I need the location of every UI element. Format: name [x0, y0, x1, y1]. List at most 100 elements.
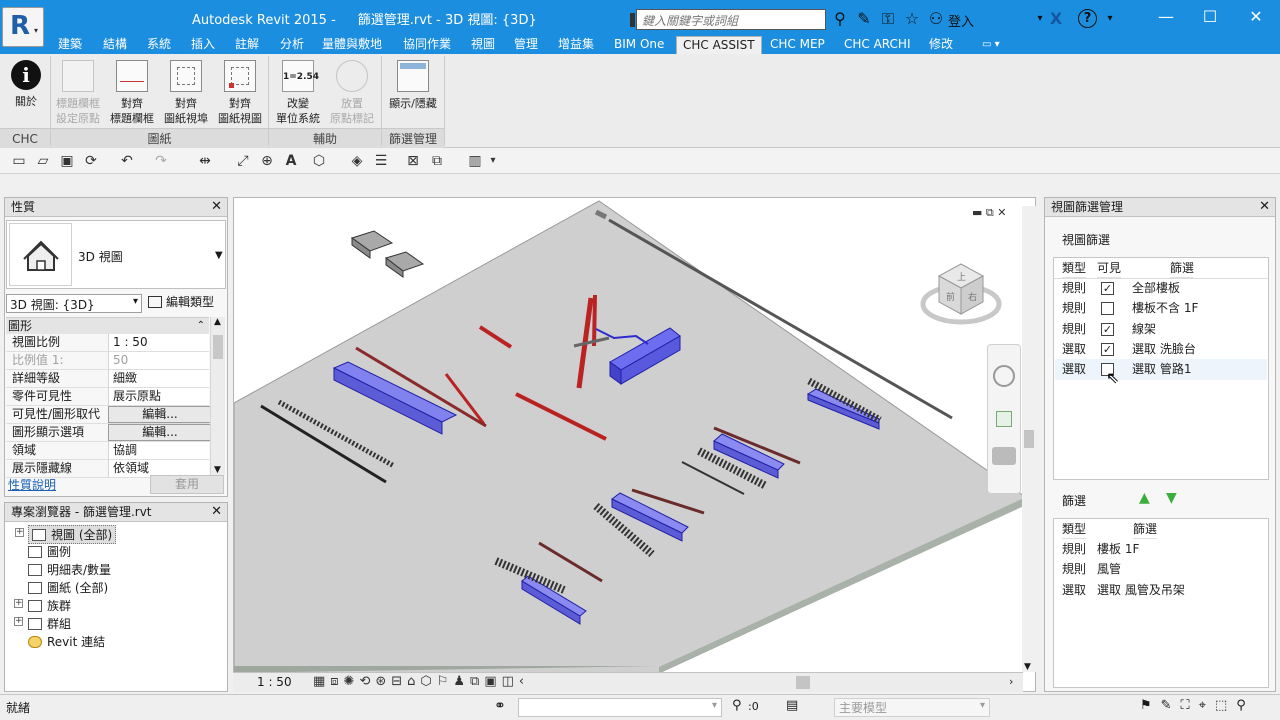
scroll-down-icon[interactable]: ▼ — [1024, 662, 1031, 672]
redo-icon[interactable]: ↷ — [152, 152, 170, 170]
selection-toggle-icons[interactable]: ⚑✎⛶⌖⬚⚲ — [1140, 698, 1255, 713]
minimize-button[interactable]: — — [1144, 4, 1188, 30]
property-value[interactable]: 協調 — [108, 442, 209, 459]
col-header-filter[interactable]: 篩選 — [1170, 258, 1195, 278]
measure-icon[interactable]: ⇹ — [196, 152, 214, 170]
revit-app-menu-button[interactable]: R ▾ — [2, 7, 44, 47]
login-button[interactable]: 登入 — [948, 11, 974, 30]
subscription-icon[interactable]: ⚿ — [878, 9, 898, 29]
close-button[interactable]: ✕ — [1234, 4, 1278, 30]
tree-item-revit-links[interactable]: Revit 連結 — [28, 633, 105, 650]
tree-item-groups[interactable]: + 群組 — [14, 615, 71, 632]
tag-icon[interactable]: ⊕ — [258, 152, 276, 170]
design-options-icon[interactable]: ▤ — [786, 698, 798, 713]
save-icon[interactable]: ▣ — [58, 152, 76, 170]
customize-qat-icon[interactable]: ▥ — [466, 152, 484, 170]
tree-item-families[interactable]: + 族群 — [14, 597, 71, 614]
steering-wheel-icon[interactable] — [993, 365, 1015, 387]
filter-list-name[interactable]: 選取 風管及吊架 — [1097, 580, 1185, 600]
tab-massing-site[interactable]: 量體與敷地 — [322, 36, 382, 54]
zoom-region-icon[interactable] — [996, 411, 1012, 427]
apply-button[interactable]: 套用 — [150, 475, 224, 494]
vg-overrides-edit-button[interactable]: 編輯... — [108, 406, 212, 423]
default-3d-view-icon[interactable]: ⬡ — [310, 152, 328, 170]
visible-checkbox[interactable]: ✓ — [1101, 343, 1114, 356]
tab-chc-mep[interactable]: CHC MEP — [770, 36, 825, 54]
filter-list-name[interactable]: 風管 — [1097, 559, 1121, 579]
col-header-filter[interactable]: 篩選 — [1133, 519, 1158, 539]
aligned-dimension-icon[interactable]: ⤢ — [234, 152, 252, 170]
change-unit-system-button[interactable]: 1=2.54 改變 單位系統 — [272, 54, 324, 134]
text-icon[interactable]: A — [282, 152, 300, 170]
about-button[interactable]: i 關於 — [4, 54, 48, 134]
property-value[interactable]: 細緻 — [108, 370, 209, 387]
tab-manage[interactable]: 管理 — [514, 36, 538, 54]
move-down-arrow-icon[interactable]: ▼ — [1166, 490, 1177, 506]
visible-checkbox[interactable] — [1101, 302, 1114, 315]
view-control-icons[interactable]: ▦⧈✺⟲⊛⊟⌂⬡⚐♟⧉▣◫‹ — [313, 674, 529, 689]
restore-icon[interactable]: ⧉ — [986, 206, 994, 219]
show-hide-filters-button[interactable]: 顯示/隱藏 — [384, 54, 442, 134]
tab-bim-one[interactable]: BIM One — [614, 36, 664, 54]
move-up-arrow-icon[interactable]: ▲ — [1139, 490, 1150, 506]
tab-architecture[interactable]: 建築 — [58, 36, 82, 54]
tree-item-views[interactable]: + 視圖 (全部) — [15, 525, 117, 544]
tree-item-sheets[interactable]: 圖紙 (全部) — [28, 579, 108, 596]
exchange-apps-icon[interactable]: X — [1046, 9, 1066, 29]
property-value[interactable]: 展示原點 — [108, 388, 209, 405]
place-origin-marker-button[interactable]: 放置 原點標記 — [326, 54, 378, 134]
close-icon[interactable]: ✕ — [211, 198, 222, 216]
align-sheet-viewport-button[interactable]: 對齊 圖紙視埠 — [160, 54, 212, 134]
close-icon[interactable]: ✕ — [997, 206, 1006, 219]
filter-row-name[interactable]: 樓板不含 1F — [1132, 298, 1198, 318]
tab-view[interactable]: 視圖 — [471, 36, 495, 54]
property-group-graphics[interactable]: 圖形 ⌃ — [6, 317, 209, 334]
visible-checkbox[interactable]: ✓ — [1101, 323, 1114, 336]
tab-addins[interactable]: 增益集 — [558, 36, 594, 54]
type-dropdown-icon[interactable]: ▼ — [215, 250, 223, 261]
align-title-frame-button[interactable]: 對齊 標題欄框 — [106, 54, 158, 134]
filter-list-name[interactable]: 樓板 1F — [1097, 539, 1139, 559]
properties-scrollbar[interactable]: ▲ ▼ — [210, 317, 225, 475]
close-hidden-windows-icon[interactable]: ⊠ — [404, 152, 422, 170]
properties-help-link[interactable]: 性質說明 — [8, 476, 56, 493]
new-file-icon[interactable]: ▭ — [10, 152, 28, 170]
expand-icon[interactable]: + — [14, 599, 23, 608]
close-icon[interactable]: ✕ — [211, 503, 222, 521]
help-dropdown-icon[interactable]: ▾ — [1100, 9, 1120, 29]
section-icon[interactable]: ◈ — [348, 152, 366, 170]
model-canvas[interactable] — [233, 198, 1037, 674]
filter-row-name[interactable]: 選取 管路1 — [1132, 359, 1191, 379]
tab-insert[interactable]: 插入 — [191, 36, 215, 54]
design-option-selector[interactable]: 主要模型 ▾ — [834, 698, 990, 717]
help-icon[interactable]: ? — [1078, 9, 1097, 28]
graphic-display-edit-button[interactable]: 編輯... — [108, 424, 212, 441]
tab-analyze[interactable]: 分析 — [280, 36, 304, 54]
open-folder-icon[interactable]: ▱ — [34, 152, 52, 170]
worksets-icon[interactable]: ⚭ — [494, 698, 506, 714]
filter-funnel-icon[interactable]: ⚲ — [732, 698, 742, 713]
instance-view-selector[interactable]: 3D 視圖: {3D} ▾ — [6, 294, 142, 313]
horizontal-scrollbar-thumb[interactable] — [796, 676, 810, 689]
sync-icon[interactable]: ⟳ — [82, 152, 100, 170]
favorites-star-icon[interactable]: ☆ — [902, 9, 922, 29]
maximize-button[interactable]: ☐ — [1188, 4, 1232, 30]
ribbon-minimize-icon[interactable]: ▭ ▾ — [982, 36, 1000, 54]
binoculars-icon[interactable]: ⚲ — [830, 9, 850, 29]
camera-icon[interactable] — [992, 447, 1016, 465]
close-icon[interactable]: ✕ — [1259, 198, 1270, 216]
thin-lines-icon[interactable]: ☰ — [372, 152, 390, 170]
workset-selector[interactable]: ▾ — [518, 698, 722, 717]
search-input[interactable]: 鍵入關鍵字或詞組 — [630, 9, 826, 30]
3d-viewport[interactable]: ▬ ⧉ ✕ 上 前 右 ▼ — [233, 197, 1036, 692]
scroll-right-icon[interactable]: › — [1009, 675, 1013, 688]
tree-item-legends[interactable]: 圖例 — [28, 543, 71, 560]
view-scale[interactable]: 1 : 50 — [257, 675, 292, 689]
visible-checkbox[interactable]: ✓ — [1101, 282, 1114, 295]
view-cube[interactable]: 上 前 右 — [920, 256, 1002, 332]
expand-icon[interactable]: + — [15, 528, 24, 537]
tab-annotate[interactable]: 註解 — [235, 36, 259, 54]
undo-icon[interactable]: ↶ — [118, 152, 136, 170]
tab-systems[interactable]: 系統 — [147, 36, 171, 54]
expand-icon[interactable]: + — [14, 617, 23, 626]
